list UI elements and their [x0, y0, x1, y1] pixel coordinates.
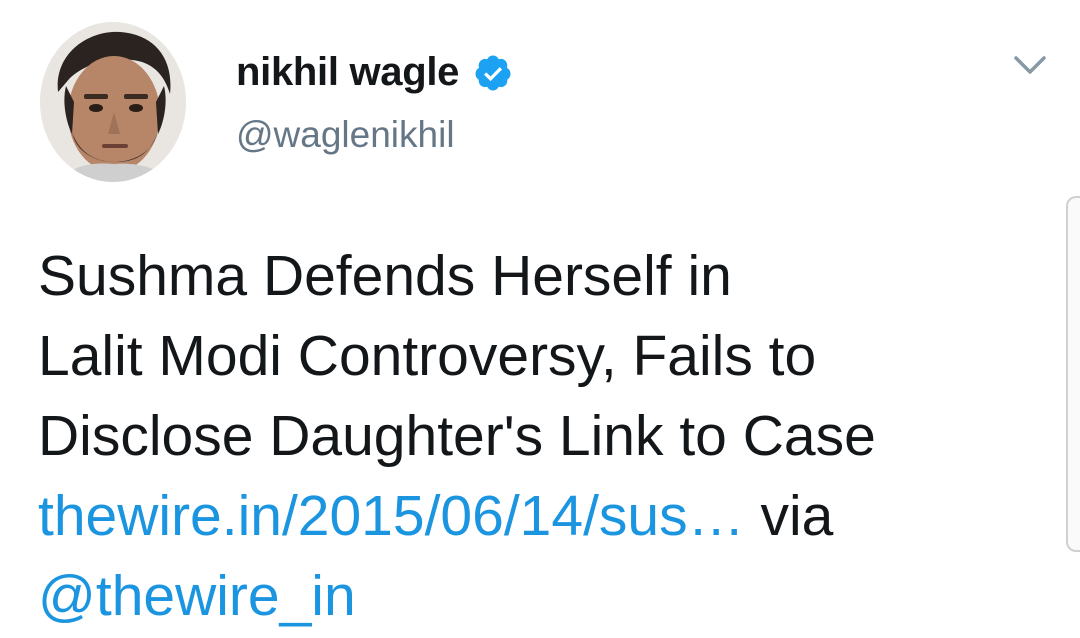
article-link[interactable]: thewire.in/2015/06/14/sus…	[38, 484, 745, 548]
display-name[interactable]: nikhil wagle	[236, 50, 459, 95]
tweet-card: nikhil wagle @waglenikhil Sushma Defends…	[0, 0, 1080, 638]
author-handle[interactable]: @waglenikhil	[236, 114, 455, 156]
author-name-row[interactable]: nikhil wagle	[236, 50, 513, 95]
tweet-mention-line: @thewire_in	[38, 556, 1038, 636]
tweet-text-line: Disclose Daughter's Link to Case	[38, 404, 876, 468]
user-photo-icon	[40, 22, 186, 182]
via-text: via	[744, 484, 834, 548]
tweet-text-line: Sushma Defends Herself in	[38, 244, 732, 308]
chevron-down-icon[interactable]	[1010, 50, 1050, 80]
avatar[interactable]	[40, 22, 186, 182]
tweet-link-line: thewire.in/2015/06/14/sus… via	[38, 476, 1038, 556]
verified-badge-icon	[475, 55, 511, 90]
mention-link[interactable]: @thewire_in	[38, 564, 356, 628]
tweet-text: Sushma Defends Herself in Lalit Modi Con…	[38, 236, 1038, 636]
scrollbar[interactable]	[1066, 196, 1080, 552]
tweet-text-line: Lalit Modi Controversy, Fails to	[38, 324, 817, 388]
